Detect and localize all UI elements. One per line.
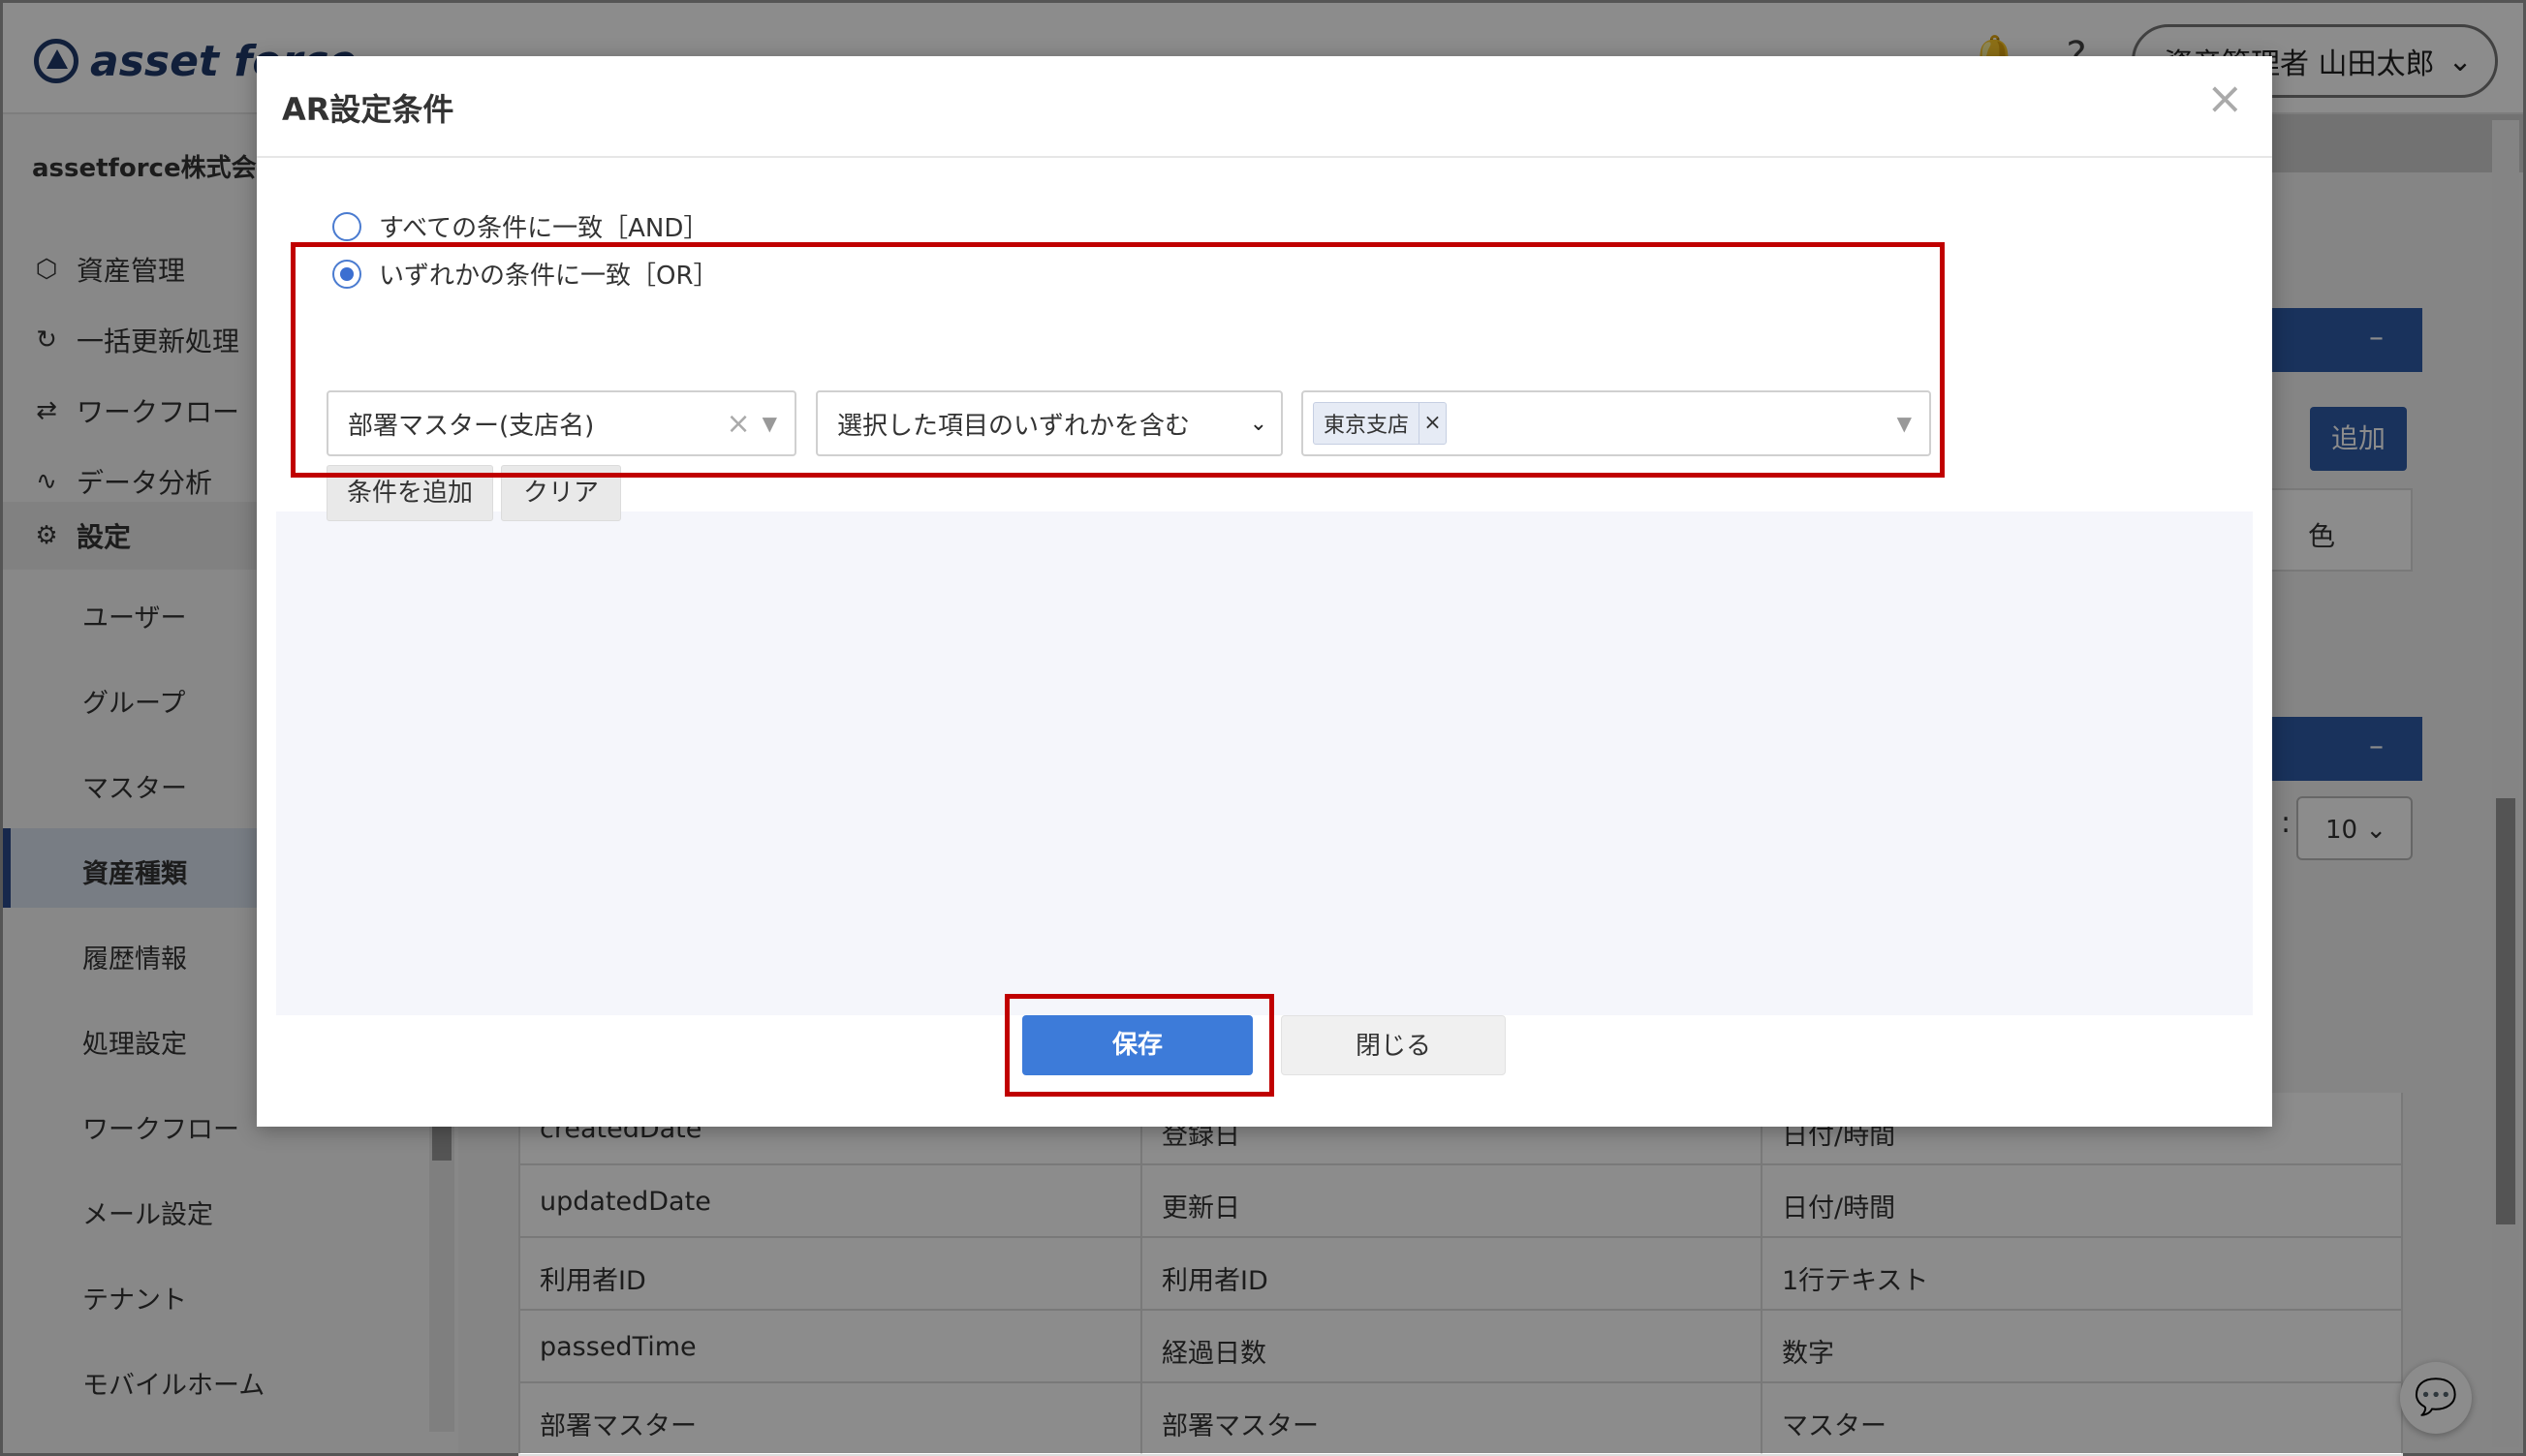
- highlight-box: [291, 242, 1945, 478]
- ar-condition-dialog: AR設定条件 × すべての条件に一致［AND］ いずれかの条件に一致［OR］ 部…: [257, 56, 2272, 1127]
- dialog-title: AR設定条件: [282, 91, 454, 128]
- dialog-body: すべての条件に一致［AND］ いずれかの条件に一致［OR］ 部署マスター(支店名…: [276, 158, 2253, 1015]
- radio-and-option[interactable]: すべての条件に一致［AND］: [332, 208, 708, 244]
- radio-and-label: すべての条件に一致［AND］: [379, 214, 709, 243]
- save-highlight-box: [1005, 994, 1274, 1097]
- radio-and[interactable]: [332, 211, 361, 241]
- close-icon[interactable]: ×: [2206, 74, 2244, 122]
- close-button[interactable]: 閉じる: [1281, 1015, 1506, 1075]
- condition-panel: すべての条件に一致［AND］ いずれかの条件に一致［OR］ 部署マスター(支店名…: [276, 158, 2253, 521]
